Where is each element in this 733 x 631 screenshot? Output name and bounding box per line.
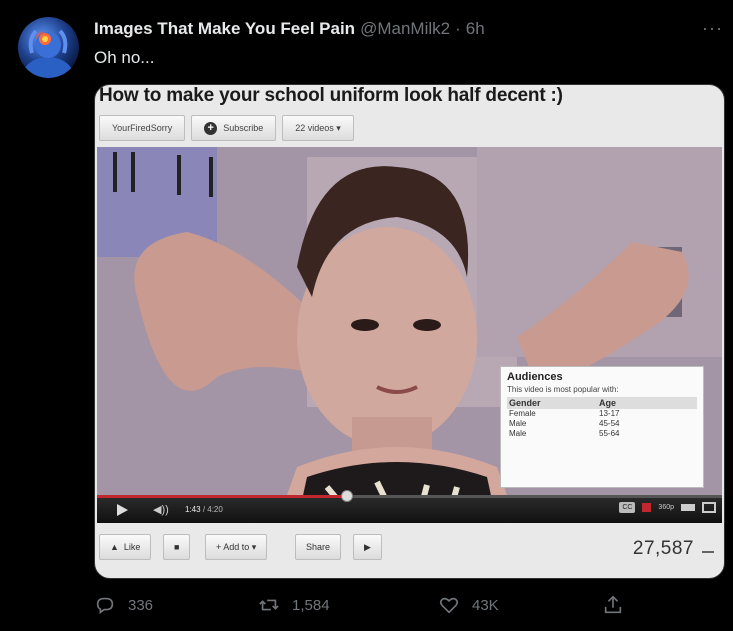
tweet-media-image[interactable]: How to make your school uniform look hal… [94, 84, 725, 579]
view-count: 27,587 [632, 538, 694, 559]
progress-fill [97, 495, 347, 498]
videos-dropdown: 22 videos ▾ [282, 115, 354, 141]
like-button[interactable]: 43K [438, 594, 499, 616]
channel-bar: YourFiredSorry + Subscribe 22 videos ▾ [99, 115, 354, 141]
add-to-button: + Add to ▾ [205, 534, 268, 560]
subscribe-plus-icon: + [204, 121, 218, 135]
total-time: / 4:20 [202, 505, 223, 514]
videos-label: 22 videos ▾ [295, 122, 341, 133]
audiences-col-gender: Gender [509, 398, 541, 408]
more-icon[interactable]: ··· [702, 18, 723, 39]
theater-icon [681, 504, 695, 511]
share-button[interactable] [602, 594, 624, 616]
progress-bar [97, 495, 722, 498]
subscribe-button: + Subscribe [191, 115, 277, 141]
video-frame: Audiences This video is most popular wit… [97, 147, 722, 523]
scrub-handle [341, 490, 353, 502]
video-title: How to make your school uniform look hal… [99, 85, 563, 106]
audiences-row: Male 55-64 [507, 429, 697, 439]
stats-icon [702, 544, 714, 553]
reply-icon [96, 597, 114, 614]
audiences-title: Audiences [507, 371, 563, 383]
play-icon [117, 504, 128, 516]
fullscreen-icon [702, 502, 716, 513]
audiences-gender: Female [509, 409, 536, 418]
dislike-button: ■ [163, 534, 191, 560]
like-label: Like [123, 542, 141, 552]
cc-icon: CC [619, 502, 636, 513]
channel-name: YourFiredSorry [112, 123, 173, 133]
share-label: Share [306, 542, 331, 552]
flag-button: ▶ [353, 534, 382, 560]
tweet-actions: 336 1,584 43K [94, 594, 634, 622]
share-button: Share [295, 534, 342, 560]
thumbs-up-icon: ▲ [110, 542, 119, 552]
retweet-button[interactable]: 1,584 [258, 594, 330, 616]
action-bar: ▲ Like ■ + Add to ▾ Share ▶ 27,587 [95, 534, 724, 574]
avatar[interactable] [18, 17, 79, 78]
annotations-icon [642, 503, 652, 512]
audiences-age: 45-54 [599, 419, 620, 428]
player-controls: ◀)) 1:43 / 4:20 CC 360p [97, 490, 722, 523]
audiences-age: 13-17 [599, 409, 620, 418]
audiences-subtitle: This video is most popular with: [507, 385, 619, 394]
audiences-row: Female 13-17 [507, 409, 697, 419]
add-to-label: + Add to ▾ [216, 541, 257, 552]
quality-label: 360p [658, 504, 674, 511]
reply-button[interactable]: 336 [94, 594, 153, 616]
timestamp[interactable]: 6h [466, 19, 485, 39]
audiences-age: 55-64 [599, 429, 620, 438]
retweet-count: 1,584 [292, 596, 330, 614]
display-name[interactable]: Images That Make You Feel Pain [94, 19, 355, 39]
separator-dot: · [455, 19, 461, 38]
current-time: 1:43 [185, 505, 201, 514]
tweet-header: Images That Make You Feel Pain @ManMilk2… [94, 19, 485, 39]
like-button: ▲ Like [99, 534, 152, 560]
volume-icon: ◀)) [153, 504, 169, 516]
audiences-gender: Male [509, 419, 527, 428]
retweet-icon [259, 599, 279, 611]
like-count: 43K [472, 596, 499, 614]
audiences-gender: Male [509, 429, 527, 438]
tweet-text: Oh no... [94, 48, 155, 67]
audiences-col-age: Age [599, 398, 617, 408]
thumbs-down-icon: ■ [174, 542, 180, 552]
audiences-header: Gender Age [507, 397, 697, 409]
share-icon [604, 595, 622, 614]
audiences-panel: Audiences This video is most popular wit… [500, 366, 704, 488]
channel-button: YourFiredSorry [99, 115, 186, 141]
subscribe-label: Subscribe [223, 123, 264, 133]
time-display: 1:43 / 4:20 [185, 505, 223, 514]
reply-count: 336 [128, 596, 154, 614]
user-handle[interactable]: @ManMilk2 [360, 19, 450, 39]
player-right-controls: CC 360p [619, 502, 716, 513]
like-icon [439, 597, 459, 614]
audiences-row: Male 45-54 [507, 419, 697, 429]
flag-icon: ▶ [364, 541, 371, 552]
